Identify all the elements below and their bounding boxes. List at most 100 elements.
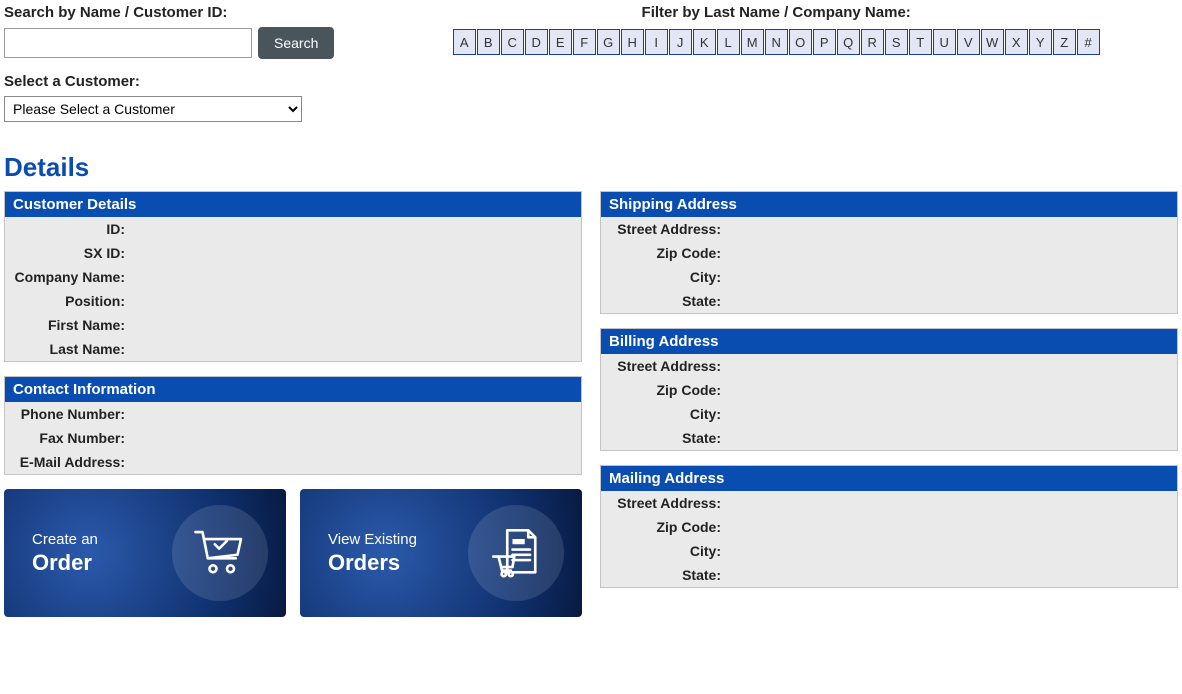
customer-field-value bbox=[131, 221, 573, 237]
customer-field-label: Company Name: bbox=[13, 269, 131, 285]
shipping-field-value bbox=[727, 221, 1169, 237]
create-order-line1: Create an bbox=[32, 531, 172, 548]
mailing-field-row: State: bbox=[601, 563, 1177, 587]
mailing-field-row: Street Address: bbox=[601, 491, 1177, 515]
alpha-filter-u[interactable]: U bbox=[933, 29, 956, 55]
mailing-field-label: City: bbox=[609, 543, 727, 559]
contact-field-row: Fax Number: bbox=[5, 426, 581, 450]
shipping-address-header: Shipping Address bbox=[601, 192, 1177, 217]
billing-address-panel: Billing Address Street Address:Zip Code:… bbox=[600, 328, 1178, 451]
billing-field-label: State: bbox=[609, 430, 727, 446]
alpha-filter-f[interactable]: F bbox=[573, 29, 596, 55]
select-customer-dropdown[interactable]: Please Select a Customer bbox=[4, 96, 302, 122]
select-customer-label: Select a Customer: bbox=[4, 73, 334, 90]
alpha-filter-v[interactable]: V bbox=[957, 29, 980, 55]
alpha-filter-e[interactable]: E bbox=[549, 29, 572, 55]
billing-field-label: Street Address: bbox=[609, 358, 727, 374]
customer-field-value bbox=[131, 245, 573, 261]
contact-info-panel: Contact Information Phone Number: Fax Num… bbox=[4, 376, 582, 475]
alpha-filter-o[interactable]: O bbox=[789, 29, 812, 55]
shipping-field-label: City: bbox=[609, 269, 727, 285]
view-orders-line1: View Existing bbox=[328, 531, 468, 548]
alpha-filter-x[interactable]: X bbox=[1005, 29, 1028, 55]
alpha-filter-q[interactable]: Q bbox=[837, 29, 860, 55]
alpha-filter-w[interactable]: W bbox=[981, 29, 1004, 55]
customer-field-value bbox=[131, 341, 573, 357]
contact-field-label: E-Mail Address: bbox=[13, 454, 131, 470]
contact-field-value bbox=[131, 454, 573, 470]
alpha-filter-m[interactable]: M bbox=[741, 29, 764, 55]
shipping-field-row: Street Address: bbox=[601, 217, 1177, 241]
alpha-filter-s[interactable]: S bbox=[885, 29, 908, 55]
search-label: Search by Name / Customer ID: bbox=[4, 4, 334, 21]
alpha-filter-h[interactable]: H bbox=[621, 29, 644, 55]
billing-field-value bbox=[727, 358, 1169, 374]
cart-icon bbox=[172, 505, 268, 601]
shipping-field-value bbox=[727, 245, 1169, 261]
alpha-filter-i[interactable]: I bbox=[645, 29, 668, 55]
mailing-field-row: City: bbox=[601, 539, 1177, 563]
alpha-filter-z[interactable]: Z bbox=[1053, 29, 1076, 55]
contact-info-header: Contact Information bbox=[5, 377, 581, 402]
customer-field-label: SX ID: bbox=[13, 245, 131, 261]
details-heading: Details bbox=[4, 152, 1178, 183]
alpha-filter-hash[interactable]: # bbox=[1077, 29, 1100, 55]
mailing-field-label: Zip Code: bbox=[609, 519, 727, 535]
shipping-field-label: Zip Code: bbox=[609, 245, 727, 261]
shipping-field-label: State: bbox=[609, 293, 727, 309]
billing-field-row: Zip Code: bbox=[601, 378, 1177, 402]
shipping-field-row: Zip Code: bbox=[601, 241, 1177, 265]
alpha-filter-y[interactable]: Y bbox=[1029, 29, 1052, 55]
alpha-filter-l[interactable]: L bbox=[717, 29, 740, 55]
mailing-field-label: State: bbox=[609, 567, 727, 583]
contact-field-value bbox=[131, 406, 573, 422]
contact-field-value bbox=[131, 430, 573, 446]
alpha-filter-d[interactable]: D bbox=[525, 29, 548, 55]
mailing-field-value bbox=[727, 567, 1169, 583]
alpha-filter-c[interactable]: C bbox=[501, 29, 524, 55]
customer-field-value bbox=[131, 269, 573, 285]
alpha-filter-k[interactable]: K bbox=[693, 29, 716, 55]
mailing-field-row: Zip Code: bbox=[601, 515, 1177, 539]
alpha-filter-r[interactable]: R bbox=[861, 29, 884, 55]
alpha-filter-a[interactable]: A bbox=[453, 29, 476, 55]
alpha-filter-row: ABCDEFGHIJKLMNOPQRSTUVWXYZ# bbox=[374, 29, 1178, 55]
billing-field-label: City: bbox=[609, 406, 727, 422]
alpha-filter-t[interactable]: T bbox=[909, 29, 932, 55]
mailing-field-value bbox=[727, 519, 1169, 535]
shipping-field-value bbox=[727, 269, 1169, 285]
customer-field-row: First Name: bbox=[5, 313, 581, 337]
alpha-filter-n[interactable]: N bbox=[765, 29, 788, 55]
orders-doc-icon bbox=[468, 505, 564, 601]
mailing-field-value bbox=[727, 543, 1169, 559]
customer-field-label: Last Name: bbox=[13, 341, 131, 357]
contact-field-row: Phone Number: bbox=[5, 402, 581, 426]
billing-field-label: Zip Code: bbox=[609, 382, 727, 398]
shipping-field-label: Street Address: bbox=[609, 221, 727, 237]
billing-field-value bbox=[727, 430, 1169, 446]
billing-field-value bbox=[727, 406, 1169, 422]
alpha-filter-j[interactable]: J bbox=[669, 29, 692, 55]
customer-field-label: First Name: bbox=[13, 317, 131, 333]
alpha-filter-b[interactable]: B bbox=[477, 29, 500, 55]
billing-field-value bbox=[727, 382, 1169, 398]
alpha-filter-p[interactable]: P bbox=[813, 29, 836, 55]
search-button[interactable]: Search bbox=[258, 27, 334, 59]
mailing-field-value bbox=[727, 495, 1169, 511]
create-order-card[interactable]: Create an Order bbox=[4, 489, 286, 617]
customer-details-header: Customer Details bbox=[5, 192, 581, 217]
alpha-filter-g[interactable]: G bbox=[597, 29, 620, 55]
contact-field-row: E-Mail Address: bbox=[5, 450, 581, 474]
customer-field-row: Last Name: bbox=[5, 337, 581, 361]
view-orders-card[interactable]: View Existing Orders bbox=[300, 489, 582, 617]
customer-field-label: Position: bbox=[13, 293, 131, 309]
customer-field-label: ID: bbox=[13, 221, 131, 237]
search-input[interactable] bbox=[4, 28, 252, 58]
view-orders-line2: Orders bbox=[328, 550, 468, 576]
billing-field-row: City: bbox=[601, 402, 1177, 426]
customer-field-value bbox=[131, 293, 573, 309]
customer-field-row: SX ID: bbox=[5, 241, 581, 265]
contact-field-label: Phone Number: bbox=[13, 406, 131, 422]
billing-field-row: State: bbox=[601, 426, 1177, 450]
shipping-field-row: State: bbox=[601, 289, 1177, 313]
